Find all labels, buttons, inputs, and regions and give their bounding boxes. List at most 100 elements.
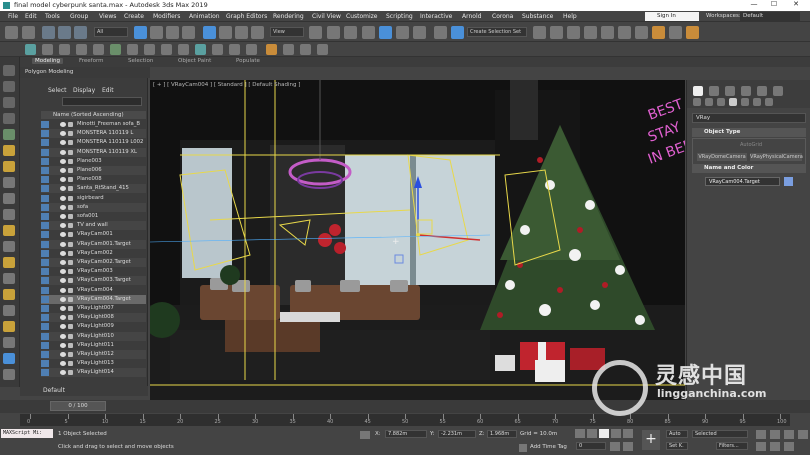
pan-icon[interactable] bbox=[756, 442, 766, 451]
hierarchy-tab-icon[interactable] bbox=[725, 86, 735, 96]
explorer-row[interactable]: VRayCam003 bbox=[41, 267, 146, 276]
menu-views[interactable]: Views bbox=[99, 13, 116, 20]
explorer-row[interactable]: Minotti_Freeman sofa_B bbox=[41, 120, 146, 129]
pivot-center-icon[interactable] bbox=[309, 26, 322, 39]
vray-light-icon[interactable] bbox=[25, 44, 36, 55]
visibility-eye-icon[interactable] bbox=[60, 122, 66, 127]
menu-file[interactable]: File bbox=[8, 13, 18, 20]
vray-fur-icon[interactable] bbox=[110, 44, 121, 55]
redo-icon[interactable] bbox=[22, 26, 35, 39]
hierarchy-icon[interactable] bbox=[3, 81, 15, 92]
visibility-eye-icon[interactable] bbox=[60, 370, 66, 376]
freeze-icon[interactable] bbox=[68, 269, 73, 275]
close-button[interactable]: ✕ bbox=[788, 0, 804, 8]
menu-arnold[interactable]: Arnold bbox=[462, 13, 481, 20]
move-icon[interactable] bbox=[203, 26, 216, 39]
render-production-icon[interactable] bbox=[686, 26, 699, 39]
explorer-row[interactable]: VRayLight014 bbox=[41, 368, 146, 378]
freeze-icon[interactable] bbox=[68, 306, 73, 311]
add-time-tag[interactable]: Add Time Tag bbox=[530, 444, 567, 450]
vray-dome-camera-button[interactable]: VRayDomeCamera bbox=[697, 153, 747, 161]
visibility-eye-icon[interactable] bbox=[60, 269, 66, 275]
visibility-eye-icon[interactable] bbox=[60, 260, 66, 265]
x-coordinate-field[interactable]: 7.882m bbox=[385, 430, 427, 438]
vray-dome-icon[interactable] bbox=[59, 44, 70, 55]
shapes-icon[interactable] bbox=[705, 98, 713, 106]
time-config-icon[interactable] bbox=[623, 442, 633, 451]
current-frame-field[interactable]: 0 bbox=[576, 442, 606, 450]
vray-physical-camera-icon[interactable] bbox=[161, 44, 172, 55]
explorer-row[interactable]: VRayLight009 bbox=[41, 322, 146, 331]
time-tag-icon[interactable] bbox=[519, 444, 527, 452]
selection-filter-dropdown[interactable]: All bbox=[94, 27, 128, 37]
set-key-button[interactable]: Set K. bbox=[666, 442, 688, 450]
visibility-eye-icon[interactable] bbox=[60, 223, 66, 229]
rendered-frame-window-icon[interactable] bbox=[669, 26, 682, 39]
filter-shapes-icon[interactable] bbox=[3, 145, 15, 156]
explorer-row[interactable]: VRayLight010 bbox=[41, 331, 146, 341]
filter-xrefs-icon[interactable] bbox=[3, 241, 15, 252]
explorer-options-icon[interactable] bbox=[3, 353, 15, 364]
autogrid-checkbox[interactable]: AutoGrid bbox=[731, 141, 771, 149]
explorer-row[interactable]: VRayCam001 bbox=[41, 230, 146, 239]
lock-selection-icon[interactable] bbox=[360, 431, 370, 439]
filter-cameras-icon[interactable] bbox=[3, 177, 15, 188]
geometry-icon[interactable] bbox=[693, 98, 701, 106]
viewport-label[interactable]: [ + ] [ VRayCam004 ] [ Standard ] [ Defa… bbox=[153, 82, 300, 88]
explorer-row[interactable]: VRayLight012 bbox=[41, 350, 146, 359]
explorer-tab-display[interactable]: Display bbox=[73, 87, 95, 94]
name-and-color-rollout[interactable]: Name and Color bbox=[692, 164, 806, 173]
visibility-eye-icon[interactable] bbox=[60, 250, 66, 256]
explorer-row[interactable]: VRayCam004 bbox=[41, 286, 146, 295]
visibility-eye-icon[interactable] bbox=[60, 140, 66, 146]
toggle-layer-explorer-icon[interactable] bbox=[584, 26, 597, 39]
go-to-start-icon[interactable] bbox=[575, 429, 585, 438]
menu-graph-editors[interactable]: Graph Editors bbox=[226, 13, 267, 20]
toggle-scene-explorer-icon[interactable] bbox=[567, 26, 580, 39]
lights-icon[interactable] bbox=[717, 98, 725, 106]
menu-interactive[interactable]: Interactive bbox=[420, 13, 452, 20]
explorer-row[interactable]: MONSTERA 110119 L002 bbox=[41, 138, 146, 147]
material-editor-icon[interactable] bbox=[635, 26, 648, 39]
visibility-eye-icon[interactable] bbox=[60, 232, 66, 238]
visibility-eye-icon[interactable] bbox=[60, 324, 66, 330]
key-filter-dropdown[interactable]: Selected bbox=[692, 430, 748, 438]
place-icon[interactable] bbox=[251, 26, 264, 39]
freeze-icon[interactable] bbox=[68, 241, 73, 247]
visibility-eye-icon[interactable] bbox=[60, 287, 66, 293]
display-icon[interactable] bbox=[3, 97, 15, 108]
explorer-row[interactable]: TV and wall bbox=[41, 221, 146, 231]
named-selection-icon[interactable] bbox=[451, 26, 464, 39]
visibility-eye-icon[interactable] bbox=[60, 342, 66, 348]
named-selection-dropdown[interactable]: Create Selection Set bbox=[467, 27, 527, 37]
maximize-button[interactable]: ☐ bbox=[766, 0, 782, 8]
vray-dome-camera-icon[interactable] bbox=[178, 44, 189, 55]
freeze-icon[interactable] bbox=[68, 342, 73, 348]
helpers-icon[interactable] bbox=[741, 98, 749, 106]
modify-tab-icon[interactable] bbox=[709, 86, 719, 96]
explorer-row[interactable]: MONSTERA 110119 L bbox=[41, 129, 146, 139]
visibility-eye-icon[interactable] bbox=[60, 149, 66, 155]
spacewarps-icon[interactable] bbox=[753, 98, 761, 106]
filter-bones-icon[interactable] bbox=[3, 257, 15, 268]
explorer-row[interactable]: VRayLight013 bbox=[41, 359, 146, 368]
curve-editor-icon[interactable] bbox=[601, 26, 614, 39]
explorer-row[interactable]: VRayLight007 bbox=[41, 304, 146, 313]
next-frame-icon[interactable] bbox=[611, 429, 621, 438]
explorer-row[interactable]: sofa bbox=[41, 202, 146, 212]
ribbon-tab-selection[interactable]: Selection bbox=[128, 58, 153, 64]
filter-hidden-icon[interactable] bbox=[3, 305, 15, 316]
freeze-icon[interactable] bbox=[68, 324, 73, 330]
filter-frozen-icon[interactable] bbox=[3, 289, 15, 300]
menu-help[interactable]: Help bbox=[563, 13, 577, 20]
create-icon[interactable] bbox=[3, 65, 15, 76]
link-icon[interactable] bbox=[42, 26, 55, 39]
vray-lister-icon[interactable] bbox=[246, 44, 257, 55]
y-coordinate-field[interactable]: -2.231m bbox=[438, 430, 476, 438]
freeze-icon[interactable] bbox=[68, 296, 73, 302]
visibility-eye-icon[interactable] bbox=[60, 186, 66, 192]
freeze-icon[interactable] bbox=[68, 250, 73, 256]
motion-tab-icon[interactable] bbox=[741, 86, 751, 96]
vray-ies-icon[interactable] bbox=[76, 44, 87, 55]
vray-plane-icon[interactable] bbox=[127, 44, 138, 55]
